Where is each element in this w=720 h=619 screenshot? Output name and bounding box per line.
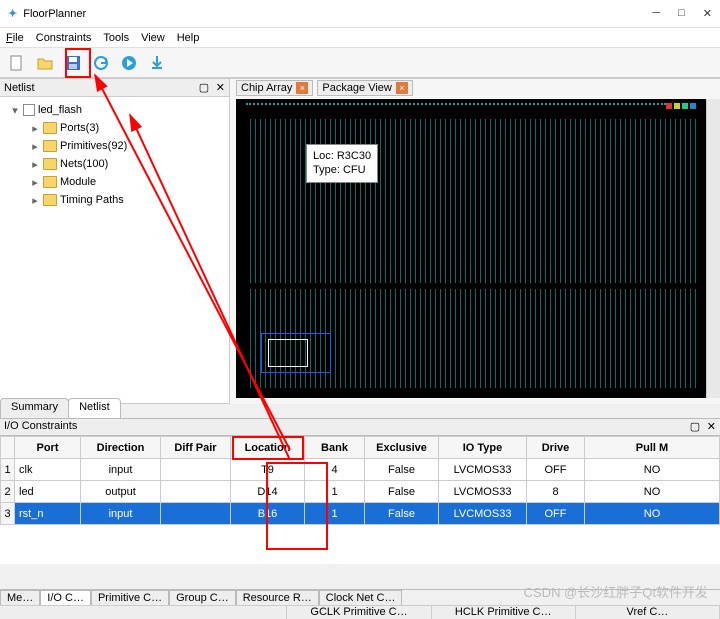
chip-canvas[interactable]: Loc: R3C30 Type: CFU xyxy=(236,99,706,398)
btab-primitive[interactable]: Primitive C… xyxy=(91,590,169,605)
status-vref: Vref C… xyxy=(576,606,720,619)
tree-nets[interactable]: ▸Nets(100) xyxy=(2,155,227,173)
menu-constraints[interactable]: Constraints xyxy=(36,32,92,44)
folder-icon xyxy=(43,122,57,134)
netlist-panel-header: Netlist ▢ ✕ xyxy=(0,79,229,97)
menu-help[interactable]: Help xyxy=(177,32,200,44)
netlist-panel: Netlist ▢ ✕ ▾led_flash ▸Ports(3) ▸Primit… xyxy=(0,78,230,404)
window-title: FloorPlanner xyxy=(23,8,652,20)
tab-summary[interactable]: Summary xyxy=(0,398,69,418)
chip-tabs: Chip Array× Package View× xyxy=(230,79,720,97)
btab-io[interactable]: I/O C… xyxy=(40,590,91,605)
btab-clock[interactable]: Clock Net C… xyxy=(319,590,403,605)
tree-primitives[interactable]: ▸Primitives(92) xyxy=(2,137,227,155)
download-button[interactable] xyxy=(146,52,168,74)
open-button[interactable] xyxy=(34,52,56,74)
left-tabs: Summary Netlist xyxy=(0,398,120,418)
tab-package-view[interactable]: Package View× xyxy=(317,80,413,96)
menu-file[interactable]: File xyxy=(6,32,24,44)
status-hclk: HCLK Primitive C… xyxy=(432,606,576,619)
toolbar xyxy=(0,48,720,78)
menu-view[interactable]: View xyxy=(141,32,165,44)
folder-icon xyxy=(43,176,57,188)
table-row[interactable]: 2ledoutputD141FalseLVCMOS338NO xyxy=(1,481,720,503)
panel-float-icon[interactable]: ▢ xyxy=(690,420,700,434)
panel-close-icon[interactable]: ✕ xyxy=(707,420,716,434)
maximize-button[interactable]: □ xyxy=(678,7,685,20)
netlist-tree[interactable]: ▾led_flash ▸Ports(3) ▸Primitives(92) ▸Ne… xyxy=(0,97,229,213)
btab-group[interactable]: Group C… xyxy=(169,590,236,605)
chip-view-panel: Chip Array× Package View× Loc: R3C30 Typ… xyxy=(230,78,720,404)
save-button[interactable] xyxy=(62,52,84,74)
tree-ports[interactable]: ▸Ports(3) xyxy=(2,119,227,137)
vertical-scrollbar[interactable] xyxy=(706,99,720,398)
io-constraints-table[interactable]: PortDirectionDiff PairLocationBankExclus… xyxy=(0,436,720,564)
reload-button[interactable] xyxy=(90,52,112,74)
panel-close-icon[interactable]: ✕ xyxy=(216,81,225,94)
menu-tools[interactable]: Tools xyxy=(103,32,129,44)
module-icon xyxy=(23,104,35,116)
minimize-button[interactable]: ─ xyxy=(652,7,660,20)
btab-resource[interactable]: Resource R… xyxy=(236,590,319,605)
table-row-selected[interactable]: 3rst_ninputB161FalseLVCMOS33OFFNO xyxy=(1,503,720,525)
app-icon: ✦ xyxy=(8,7,17,20)
folder-icon xyxy=(43,194,57,206)
titlebar: ✦ FloorPlanner ─ □ ✕ xyxy=(0,0,720,28)
cell-tooltip: Loc: R3C30 Type: CFU xyxy=(306,144,378,183)
table-row[interactable]: 1clkinputT94FalseLVCMOS33OFFNO xyxy=(1,459,720,481)
tree-timing[interactable]: ▸Timing Paths xyxy=(2,191,227,209)
close-button[interactable]: ✕ xyxy=(703,7,712,20)
table-header-row: PortDirectionDiff PairLocationBankExclus… xyxy=(1,437,720,459)
watermark: CSDN @长沙红胖子Qt软件开发 xyxy=(524,582,708,601)
io-constraints-title: I/O Constraints xyxy=(4,420,77,434)
new-button[interactable] xyxy=(6,52,28,74)
status-bar: GCLK Primitive C… HCLK Primitive C… Vref… xyxy=(0,605,720,619)
close-icon[interactable]: × xyxy=(396,82,408,94)
tree-root[interactable]: ▾led_flash xyxy=(2,101,227,119)
run-button[interactable] xyxy=(118,52,140,74)
tab-netlist[interactable]: Netlist xyxy=(68,398,121,418)
close-icon[interactable]: × xyxy=(296,82,308,94)
menubar: File Constraints Tools View Help xyxy=(0,28,720,48)
minimap[interactable] xyxy=(261,333,331,373)
panel-float-icon[interactable]: ▢ xyxy=(199,81,209,94)
tab-chip-array[interactable]: Chip Array× xyxy=(236,80,313,96)
status-gclk: GCLK Primitive C… xyxy=(287,606,431,619)
tree-module[interactable]: ▸Module xyxy=(2,173,227,191)
io-constraints-header: I/O Constraints ▢ ✕ xyxy=(0,418,720,436)
btab-message[interactable]: Me… xyxy=(0,590,40,605)
folder-icon xyxy=(43,140,57,152)
folder-icon xyxy=(43,158,57,170)
netlist-panel-title: Netlist xyxy=(4,82,35,94)
